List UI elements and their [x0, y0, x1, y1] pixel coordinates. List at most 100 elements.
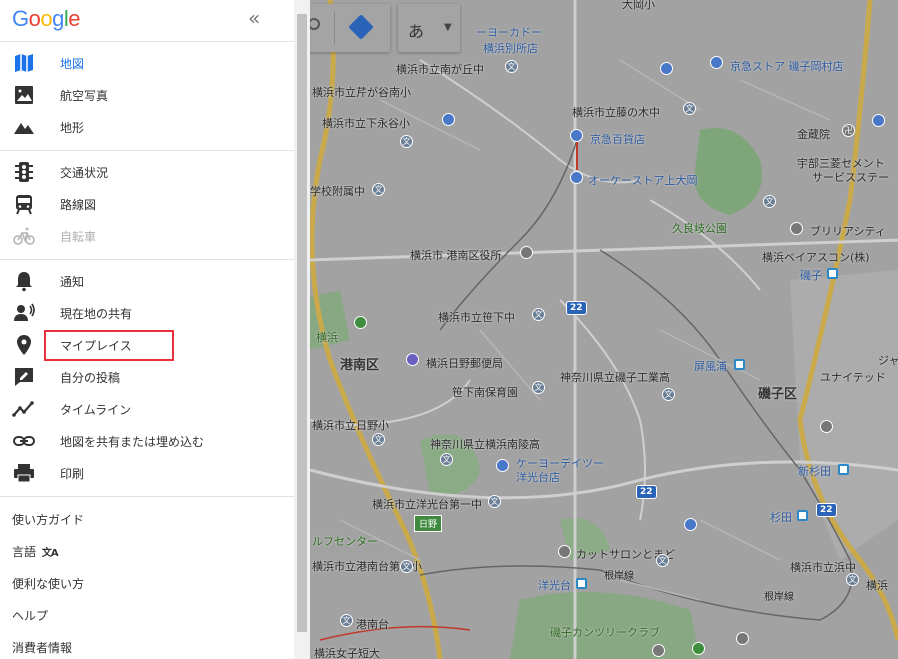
- map-label[interactable]: ーヨーカドー: [476, 24, 542, 40]
- station-icon[interactable]: [734, 359, 745, 370]
- menu-item-location-sharing[interactable]: 現在地の共有: [0, 297, 294, 329]
- map-label[interactable]: 横浜: [866, 577, 888, 593]
- map-label[interactable]: 横浜市 港南区役所: [410, 247, 502, 263]
- map-label[interactable]: 洋光台店: [516, 469, 560, 485]
- map-label[interactable]: 洋光台: [538, 577, 571, 593]
- map-label[interactable]: 横浜市立下永谷小: [322, 115, 410, 131]
- shop-pin-icon[interactable]: [570, 171, 583, 184]
- shop-pin-icon[interactable]: [684, 518, 697, 531]
- map-label[interactable]: 杉田: [770, 509, 792, 525]
- menu-item-print[interactable]: 印刷: [0, 457, 294, 489]
- menu-item-terrain[interactable]: 地形: [0, 111, 294, 143]
- gas-station-pin-icon[interactable]: [736, 632, 749, 645]
- link-help-guide[interactable]: 使い方ガイド: [12, 511, 84, 528]
- map-label[interactable]: 横浜市立洋光台第一中: [372, 496, 482, 512]
- shop-pin-icon[interactable]: [710, 56, 723, 69]
- school-pin-icon[interactable]: 文: [488, 495, 501, 508]
- map-label[interactable]: 新杉田: [798, 463, 831, 479]
- map-label[interactable]: ブリリアシティ: [810, 223, 886, 239]
- school-pin-icon[interactable]: 文: [846, 573, 859, 586]
- menu-item-map[interactable]: 地図: [0, 47, 294, 79]
- map-label[interactable]: 磯子区: [758, 383, 797, 402]
- map-label[interactable]: サービスステー: [812, 169, 889, 185]
- school-pin-icon[interactable]: 文: [532, 381, 545, 394]
- school-pin-icon[interactable]: 文: [683, 102, 696, 115]
- shop-pin-icon[interactable]: [872, 114, 885, 127]
- map-label[interactable]: 港南区: [340, 354, 379, 373]
- school-pin-icon[interactable]: 文: [372, 183, 385, 196]
- menu-item-traffic[interactable]: 交通状況: [0, 156, 294, 188]
- school-pin-icon[interactable]: 文: [400, 560, 413, 573]
- menu-item-share-embed[interactable]: 地図を共有または埋め込む: [0, 425, 294, 457]
- station-icon[interactable]: [827, 268, 838, 279]
- map-search-control[interactable]: [300, 4, 390, 52]
- school-pin-icon[interactable]: 文: [532, 308, 545, 321]
- map-label[interactable]: 屏風浦: [694, 358, 727, 374]
- menu-item-transit[interactable]: 路線図: [0, 188, 294, 220]
- directions-icon[interactable]: [348, 14, 374, 40]
- map-label[interactable]: 笹下南保育園: [452, 384, 518, 400]
- map-label[interactable]: 京急ストア 磯子岡村店: [730, 58, 844, 74]
- map-label[interactable]: 横浜女子短大: [314, 645, 380, 659]
- menu-item-contributions[interactable]: 自分の投稿: [0, 361, 294, 393]
- ime-control[interactable]: あ ▼: [398, 4, 460, 52]
- map-label[interactable]: 横浜市立笹下中: [438, 309, 515, 325]
- chevron-down-icon[interactable]: ▼: [444, 22, 452, 33]
- school-pin-icon[interactable]: 文: [372, 433, 385, 446]
- menu-item-satellite[interactable]: 航空写真: [0, 79, 294, 111]
- map-label[interactable]: 磯子カンツリークラブ: [550, 624, 660, 640]
- map-label[interactable]: 横浜市立南が丘中: [396, 61, 484, 77]
- map-label[interactable]: 横浜市立芹が谷南小: [312, 84, 411, 100]
- school-pin-icon[interactable]: 文: [662, 388, 675, 401]
- map-label[interactable]: 根岸線: [764, 588, 794, 603]
- post-office-pin-icon[interactable]: [406, 353, 419, 366]
- school-pin-icon[interactable]: 文: [763, 195, 776, 208]
- map-label[interactable]: 大岡小: [622, 0, 655, 12]
- station-icon[interactable]: [838, 464, 849, 475]
- map-label[interactable]: 根岸線: [604, 567, 634, 582]
- school-pin-icon[interactable]: 文: [440, 453, 453, 466]
- map-label[interactable]: オーケーストア上大岡: [588, 172, 697, 188]
- station-icon[interactable]: [797, 510, 808, 521]
- park-pin-icon[interactable]: [354, 316, 367, 329]
- place-pin-icon[interactable]: [652, 644, 665, 657]
- map-label[interactable]: 神奈川県立磯子工業高: [560, 369, 670, 385]
- link-language[interactable]: 言語 文A: [12, 543, 59, 560]
- map-label[interactable]: 横浜ベイアスコン(株): [762, 249, 870, 265]
- link-consumer-info[interactable]: 消費者情報: [12, 639, 72, 656]
- temple-pin-icon[interactable]: 卍: [842, 124, 855, 137]
- shop-pin-icon[interactable]: [442, 113, 455, 126]
- map-label[interactable]: 横浜: [316, 329, 338, 345]
- park-pin-icon[interactable]: [692, 642, 705, 655]
- map-label[interactable]: 横浜市立日野小: [312, 417, 389, 433]
- government-pin-icon[interactable]: [520, 246, 533, 259]
- station-icon[interactable]: [576, 578, 587, 589]
- map-label[interactable]: 金蔵院: [797, 126, 830, 142]
- school-pin-icon[interactable]: 文: [340, 614, 353, 627]
- map-label[interactable]: 横浜日野郵便局: [426, 355, 503, 371]
- school-pin-icon[interactable]: 文: [505, 60, 518, 73]
- school-pin-icon[interactable]: 文: [400, 135, 413, 148]
- shop-pin-icon[interactable]: [660, 62, 673, 75]
- menu-item-notifications[interactable]: 通知: [0, 265, 294, 297]
- map-label[interactable]: 横浜市立藤の木中: [572, 104, 660, 120]
- map-label[interactable]: ルフセンター: [312, 533, 378, 549]
- map-label[interactable]: 横浜別所店: [483, 40, 538, 56]
- map-label[interactable]: ジャ: [878, 352, 898, 368]
- map-label[interactable]: 港南台: [356, 616, 389, 632]
- link-tips[interactable]: 便利な使い方: [12, 575, 84, 592]
- menu-item-timeline[interactable]: タイムライン: [0, 393, 294, 425]
- map-label[interactable]: 京急百貨店: [590, 131, 645, 147]
- map-label[interactable]: 神奈川県立横浜南陵高: [430, 436, 540, 452]
- place-pin-icon[interactable]: [790, 222, 803, 235]
- map-label[interactable]: 横浜市立浜中: [790, 559, 856, 575]
- chevron-double-left-icon[interactable]: «: [248, 6, 260, 30]
- link-help[interactable]: ヘルプ: [12, 607, 48, 624]
- menu-item-bicycle[interactable]: 自転車: [0, 220, 294, 252]
- school-pin-icon[interactable]: 文: [656, 554, 669, 567]
- map-label[interactable]: 学校附属中: [310, 183, 365, 199]
- sidebar-scrollbar-thumb[interactable]: [297, 14, 307, 632]
- shop-pin-icon[interactable]: [570, 129, 583, 142]
- gas-station-pin-icon[interactable]: [820, 420, 833, 433]
- collapse-menu-button[interactable]: «: [248, 6, 260, 30]
